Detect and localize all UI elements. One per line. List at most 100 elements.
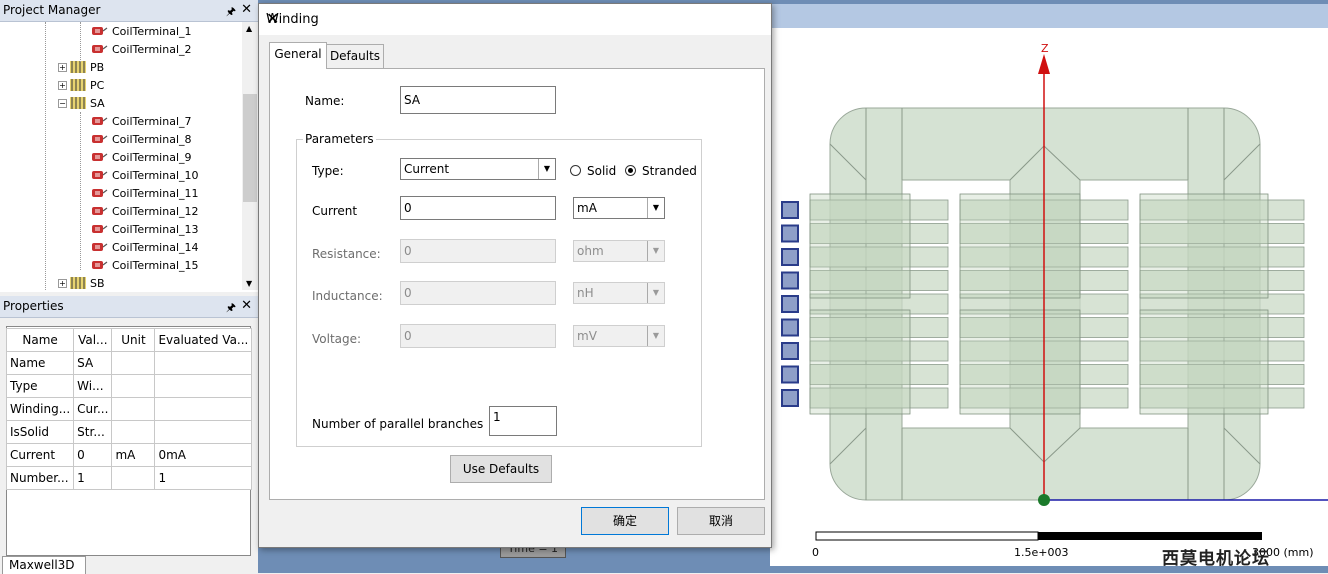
scale-bar-black <box>1038 532 1262 540</box>
tree-guide-line <box>80 112 82 270</box>
chevron-down-icon[interactable]: ▼ <box>647 198 664 218</box>
pin-icon[interactable]: 🖈︎ <box>226 3 236 22</box>
parameters-group-label: Parameters <box>303 132 376 146</box>
table-cell: Type <box>5 374 75 398</box>
scroll-up-icon[interactable]: ▲ <box>246 24 252 33</box>
tab-maxwell3d[interactable]: Maxwell3D <box>2 556 86 574</box>
type-select[interactable]: Current ▼ <box>400 158 556 180</box>
table-cell: 0mA <box>154 443 253 467</box>
tab-defaults[interactable]: Defaults <box>326 44 384 68</box>
tree-item-label: CoilTerminal_8 <box>112 133 192 146</box>
voltage-unit-select: mV ▼ <box>573 325 665 347</box>
expand-icon[interactable]: + <box>58 81 67 90</box>
chevron-down-icon: ▼ <box>647 283 664 303</box>
tree-item[interactable]: + PC <box>58 77 104 95</box>
tree-item[interactable]: CoilTerminal_2 <box>92 41 192 59</box>
close-icon[interactable]: ✕ <box>241 298 252 313</box>
tree-item[interactable]: CoilTerminal_14 <box>92 239 199 257</box>
ok-button[interactable]: 确定 <box>581 507 669 535</box>
stranded-radio[interactable]: Stranded <box>625 164 697 178</box>
expand-icon[interactable]: + <box>58 63 67 72</box>
current-unit-select[interactable]: mA ▼ <box>573 197 665 219</box>
pin-icon[interactable]: 🖈︎ <box>226 299 236 318</box>
panel-title: Project Manager <box>3 3 101 17</box>
tree-item-label: CoilTerminal_2 <box>112 43 192 56</box>
column-header[interactable]: Evaluated Va... <box>154 328 253 352</box>
winding-group-icon <box>70 61 86 73</box>
radio-icon[interactable] <box>570 165 581 176</box>
table-cell <box>154 420 253 444</box>
tree-scrollbar[interactable]: ▲ ▼ <box>242 22 258 290</box>
coil-winding-block <box>1139 309 1269 415</box>
stranded-label: Stranded <box>642 164 697 178</box>
tree-item-label: PB <box>90 61 105 74</box>
tree-item[interactable]: CoilTerminal_15 <box>92 257 199 275</box>
tree-item-label: CoilTerminal_15 <box>112 259 199 272</box>
general-tab-page: Name: SA Parameters Type: Current ▼ Soli… <box>269 68 765 500</box>
scroll-down-icon[interactable]: ▼ <box>246 279 252 288</box>
tree-item[interactable]: − SA <box>58 95 105 113</box>
voltage-input: 0 <box>400 324 556 348</box>
table-row[interactable]: Number... 1 1 <box>5 466 253 490</box>
column-header[interactable]: Val... <box>73 328 113 352</box>
terminal-block <box>781 389 799 407</box>
tree-item[interactable]: CoilTerminal_9 <box>92 149 192 167</box>
table-cell[interactable]: SA <box>73 351 113 375</box>
use-defaults-button[interactable]: Use Defaults <box>450 455 552 483</box>
coil-stack <box>809 193 1305 415</box>
coil-winding-block <box>1139 193 1269 299</box>
close-icon[interactable]: ✕ <box>241 2 252 17</box>
winding-group-icon <box>70 97 86 109</box>
current-label: Current <box>312 204 358 218</box>
table-cell[interactable]: 0 <box>73 443 113 467</box>
table-row[interactable]: IsSolid Str... <box>5 420 253 444</box>
coil-winding-block <box>959 309 1081 415</box>
column-header[interactable]: Unit <box>111 328 156 352</box>
chevron-down-icon[interactable]: ▼ <box>538 159 555 179</box>
name-label: Name: <box>305 94 345 108</box>
panel-title: Properties <box>3 299 64 313</box>
coil-winding-block <box>809 309 911 415</box>
tree-item[interactable]: CoilTerminal_12 <box>92 203 199 221</box>
name-input[interactable]: SA <box>400 86 556 114</box>
tree-item[interactable]: CoilTerminal_8 <box>92 131 192 149</box>
table-row[interactable]: Type Wi... <box>5 374 253 398</box>
table-cell: Winding... <box>5 397 75 421</box>
tab-general[interactable]: General <box>269 42 327 69</box>
coil-terminal-icon <box>92 43 108 54</box>
expand-icon[interactable]: + <box>58 279 67 288</box>
coil-terminal-icon <box>92 25 108 36</box>
chevron-down-icon: ▼ <box>647 241 664 261</box>
current-input[interactable]: 0 <box>400 196 556 220</box>
tree-item[interactable]: CoilTerminal_13 <box>92 221 199 239</box>
table-cell[interactable]: Str... <box>73 420 113 444</box>
terminal-block <box>781 201 799 219</box>
tree-item[interactable]: + SB <box>58 275 105 293</box>
expand-icon[interactable]: − <box>58 99 67 108</box>
tree-item[interactable]: CoilTerminal_10 <box>92 167 199 185</box>
tree-item[interactable]: CoilTerminal_1 <box>92 23 192 41</box>
branches-input[interactable]: 1 <box>489 406 557 436</box>
table-row[interactable]: Current 0 mA 0mA <box>5 443 253 467</box>
table-cell[interactable]: Wi... <box>73 374 113 398</box>
scroll-thumb[interactable] <box>243 94 257 202</box>
table-row[interactable]: Name SA <box>5 351 253 375</box>
table-cell[interactable]: Cur... <box>73 397 113 421</box>
origin-marker <box>1038 494 1050 506</box>
terminal-block <box>781 248 799 266</box>
cancel-button[interactable]: 取消 <box>677 507 765 535</box>
table-cell: IsSolid <box>5 420 75 444</box>
solid-radio[interactable]: Solid <box>570 164 616 178</box>
coil-terminal-icon <box>92 169 108 180</box>
table-row[interactable]: Winding... Cur... <box>5 397 253 421</box>
column-header[interactable]: Name <box>5 328 75 352</box>
modeler-canvas[interactable]: Z 0 1.5e+003 3000 (mm) 西莫电机论坛 <box>770 28 1328 569</box>
tree-item[interactable]: CoilTerminal_7 <box>92 113 192 131</box>
close-icon[interactable]: ✕ <box>266 9 763 28</box>
radio-selected-icon[interactable] <box>625 165 636 176</box>
table-cell <box>111 397 156 421</box>
resistance-unit-select: ohm ▼ <box>573 240 665 262</box>
transformer-model: Z <box>781 42 1328 541</box>
table-cell[interactable]: 1 <box>73 466 113 490</box>
tree-item[interactable]: CoilTerminal_11 <box>92 185 199 203</box>
